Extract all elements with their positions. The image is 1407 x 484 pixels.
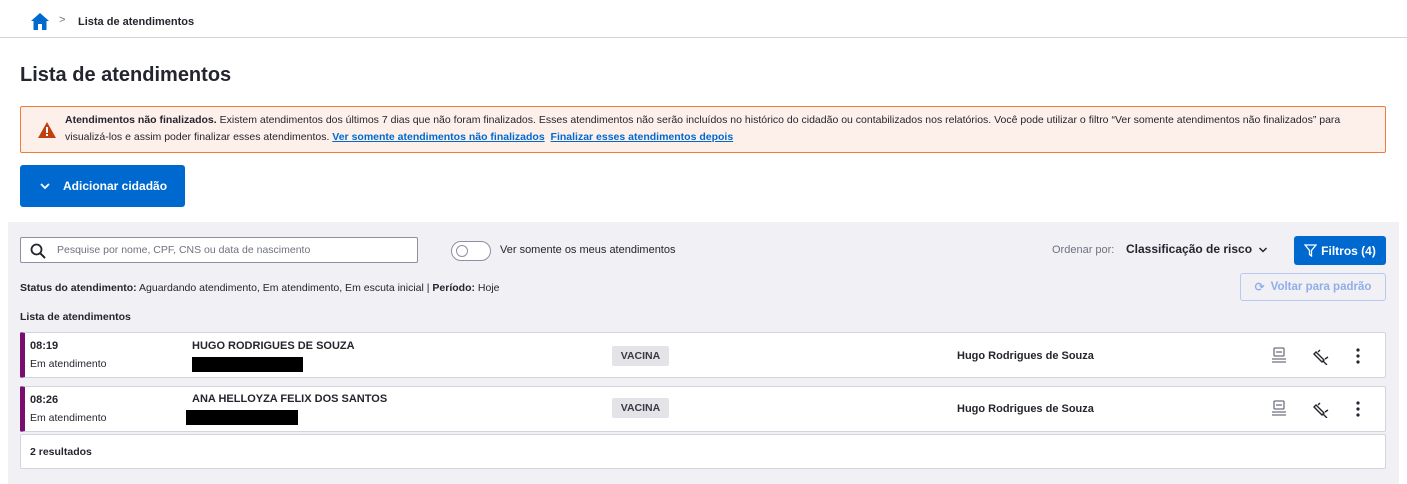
alert-message: Atendimentos não finalizados. Existem at… [65, 112, 1369, 146]
search-box[interactable] [20, 237, 418, 263]
appointment-time: 08:26 [30, 394, 59, 406]
vaccine-icon[interactable] [1313, 349, 1329, 365]
warning-icon [38, 122, 56, 138]
my-appointments-toggle[interactable] [451, 241, 491, 261]
my-appointments-toggle-label: Ver somente os meus atendimentos [500, 244, 676, 256]
status-filter-label: Status do atendimento: [20, 282, 137, 294]
vaccine-icon[interactable] [1313, 402, 1329, 418]
reset-filters-button[interactable]: ⟳ Voltar para padrão [1240, 273, 1386, 301]
sort-select[interactable]: Classificação de risco [1126, 242, 1252, 256]
add-citizen-button[interactable]: Adicionar cidadão [20, 165, 185, 207]
service-tag: VACINA [612, 346, 669, 366]
breadcrumb-current: Lista de atendimentos [78, 16, 195, 28]
view-unfinished-link[interactable]: Ver somente atendimentos não finalizados [332, 131, 544, 143]
chevron-down-icon [40, 183, 50, 190]
search-input[interactable] [57, 238, 412, 262]
attend-icon[interactable] [1271, 400, 1287, 416]
finish-later-link[interactable]: Finalizar esses atendimentos depois [551, 131, 734, 143]
service-tag: VACINA [612, 398, 669, 418]
results-label: 2 resultados [30, 446, 92, 458]
list-title: Lista de atendimentos [20, 311, 131, 323]
add-citizen-label: Adicionar cidadão [63, 179, 168, 193]
reset-filters-label: Voltar para padrão [1270, 281, 1372, 293]
breadcrumb-separator: > [59, 14, 66, 26]
filters-label: Filtros (4) [1321, 243, 1376, 258]
attend-icon[interactable] [1271, 347, 1287, 363]
redacted-block [186, 410, 298, 425]
sort-label: Ordenar por: [1052, 244, 1115, 256]
redacted-block [192, 357, 303, 372]
more-options-icon[interactable] [1355, 401, 1361, 417]
period-filter-value: Hoje [475, 282, 500, 294]
active-filters-summary: Status do atendimento: Aguardando atendi… [20, 282, 500, 294]
refresh-icon: ⟳ [1254, 280, 1265, 294]
search-icon [30, 243, 46, 259]
professional-name: Hugo Rodrigues de Souza [957, 403, 1094, 415]
period-filter-label: Período: [432, 282, 475, 294]
filter-icon [1304, 244, 1318, 257]
chevron-down-icon[interactable] [1258, 245, 1268, 255]
alert-title: Atendimentos não finalizados. [65, 114, 217, 126]
page-title: Lista de atendimentos [20, 64, 232, 86]
unfinished-alert: Atendimentos não finalizados. Existem at… [20, 106, 1386, 153]
status-filter-value: Aguardando atendimento, Em atendimento, … [136, 282, 433, 294]
citizen-name: ANA HELLOYZA FELIX DOS SANTOS [192, 393, 388, 405]
results-count: 2 resultados [20, 434, 1386, 469]
appointment-status: Em atendimento [30, 412, 107, 424]
appointment-status: Em atendimento [30, 358, 107, 370]
citizen-name: HUGO RODRIGUES DE SOUZA [192, 340, 355, 352]
home-icon[interactable] [31, 13, 49, 30]
professional-name: Hugo Rodrigues de Souza [957, 350, 1094, 362]
breadcrumb: > Lista de atendimentos [0, 0, 1407, 38]
toggle-knob [456, 245, 468, 257]
filters-button[interactable]: Filtros (4) [1294, 236, 1386, 265]
appointment-time: 08:19 [30, 340, 59, 352]
more-options-icon[interactable] [1355, 348, 1361, 364]
